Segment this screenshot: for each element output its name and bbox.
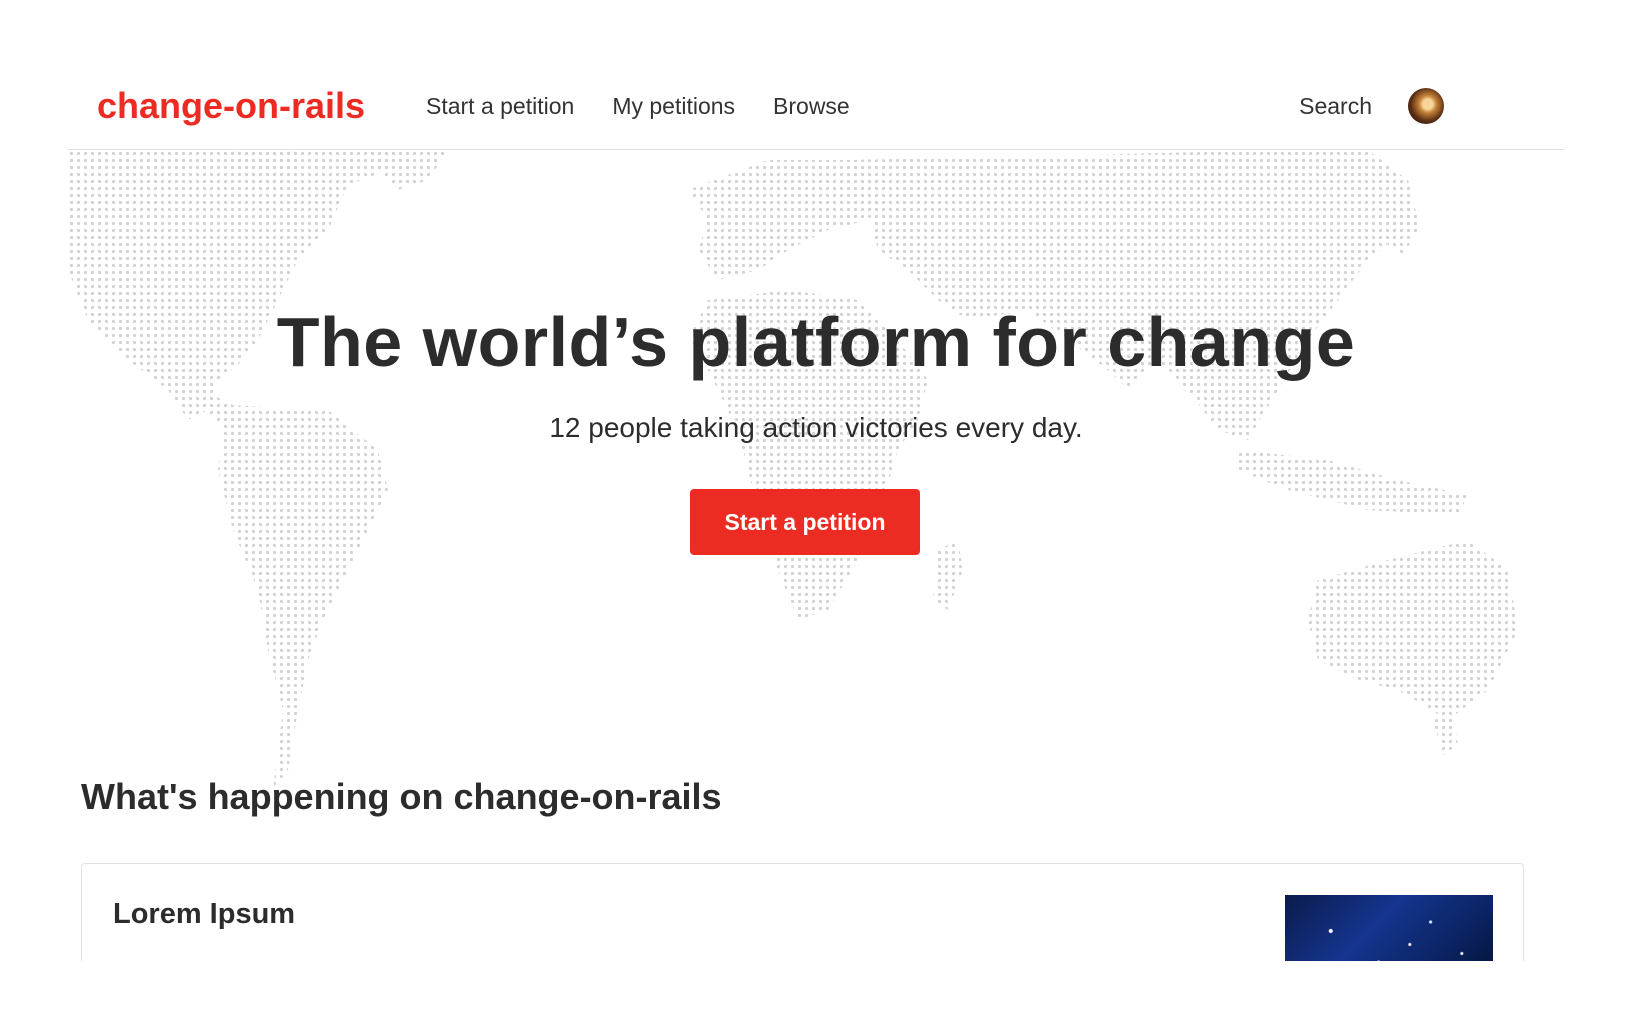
main-nav: Start a petition My petitions Browse bbox=[426, 93, 850, 120]
hero-title: The world’s platform for change bbox=[276, 303, 1356, 381]
search-link[interactable]: Search bbox=[1299, 93, 1372, 120]
user-avatar[interactable] bbox=[1408, 88, 1444, 124]
petition-card-title[interactable]: Lorem Ipsum bbox=[113, 898, 295, 931]
start-petition-button[interactable]: Start a petition bbox=[690, 489, 920, 555]
top-navigation-bar: change-on-rails Start a petition My peti… bbox=[68, 58, 1564, 150]
site-logo[interactable]: change-on-rails bbox=[97, 85, 365, 127]
petition-card-image[interactable] bbox=[1285, 895, 1493, 961]
petition-card[interactable]: Lorem Ipsum bbox=[81, 863, 1524, 961]
nav-my-petitions[interactable]: My petitions bbox=[612, 93, 735, 120]
section-title: What's happening on change-on-rails bbox=[81, 776, 722, 817]
nav-browse[interactable]: Browse bbox=[773, 93, 850, 120]
hero-subtitle: 12 people taking action victories every … bbox=[549, 412, 1083, 443]
nav-start-petition[interactable]: Start a petition bbox=[426, 93, 574, 120]
browser-viewport: change-on-rails Start a petition My peti… bbox=[68, 0, 1564, 961]
page: change-on-rails Start a petition My peti… bbox=[0, 0, 1627, 1020]
